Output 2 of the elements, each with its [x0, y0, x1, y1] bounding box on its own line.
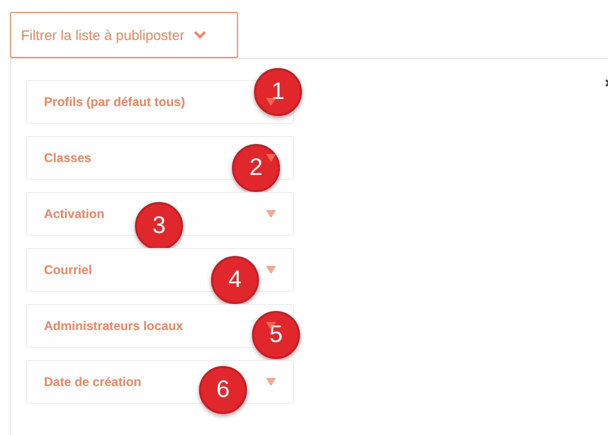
- number-callout-tooltip: 1: [254, 68, 302, 116]
- number-callout-tooltip: 5: [252, 311, 300, 359]
